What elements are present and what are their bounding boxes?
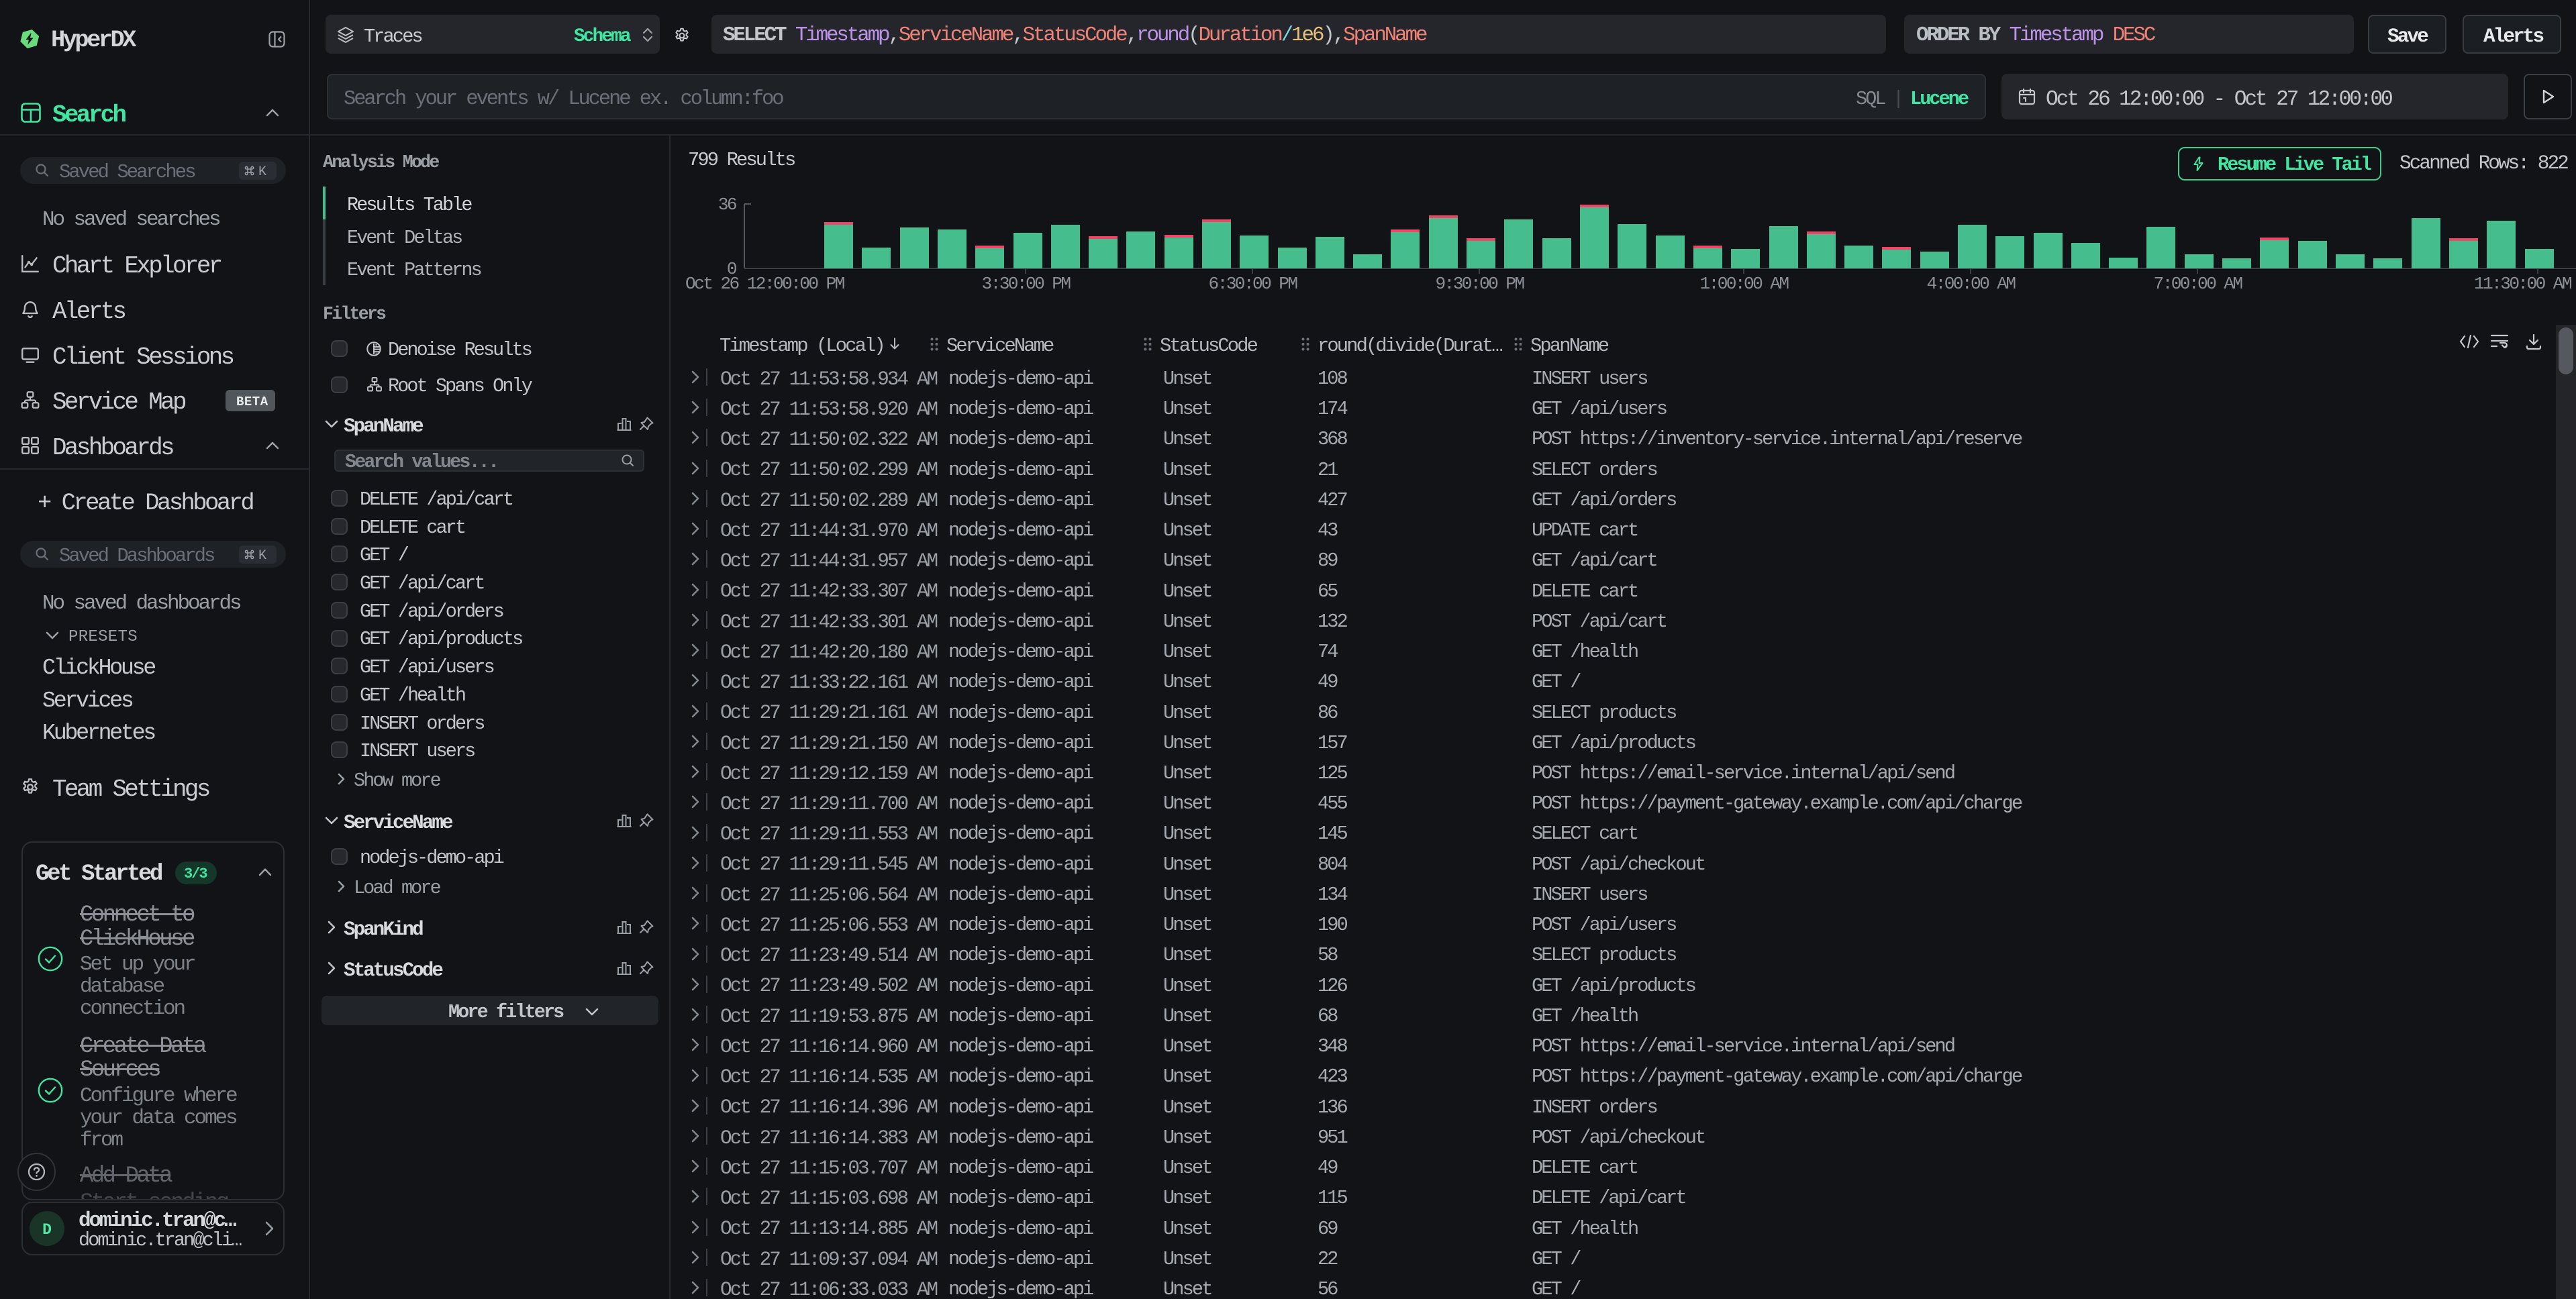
svg-text:3:30:00 PM: 3:30:00 PM — [982, 274, 1071, 294]
svg-text:4:00:00 AM: 4:00:00 AM — [1927, 274, 2016, 294]
svg-text:7:00:00 AM: 7:00:00 AM — [2154, 274, 2243, 294]
svg-text:1:00:00 AM: 1:00:00 AM — [1700, 274, 1789, 294]
svg-text:Oct 26 12:00:00 PM: Oct 26 12:00:00 PM — [685, 274, 845, 294]
svg-text:6:30:00 PM: 6:30:00 PM — [1209, 274, 1298, 294]
svg-text:9:30:00 PM: 9:30:00 PM — [1436, 274, 1525, 294]
svg-text:36: 36 — [718, 195, 737, 215]
svg-text:11:30:00 AM: 11:30:00 AM — [2474, 274, 2572, 294]
svg-text:0: 0 — [727, 259, 737, 279]
